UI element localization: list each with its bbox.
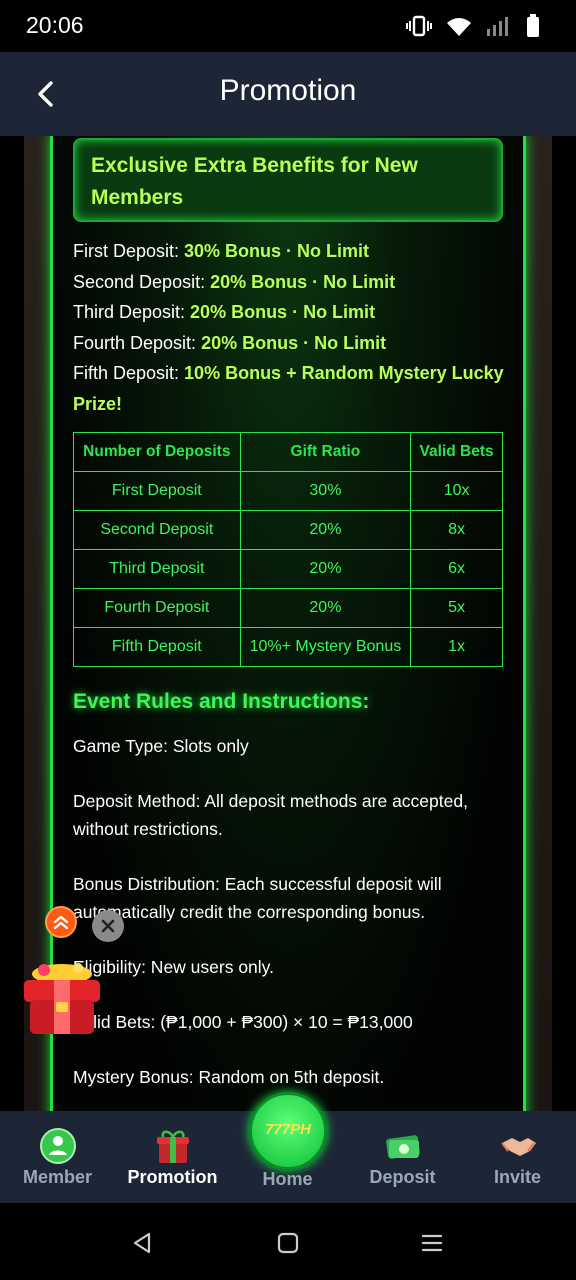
rule-item: Bonus Distribution: Each successful depo… — [73, 874, 442, 922]
gift-box-icon — [24, 963, 100, 1034]
table-cell: 5x — [410, 588, 503, 628]
gift-box-floating-button[interactable] — [16, 960, 108, 1038]
app-header: Promotion — [0, 52, 576, 136]
table-header-row: Number of Deposits Gift Ratio Valid Bets — [73, 432, 503, 472]
double-chevron-up-icon — [53, 915, 69, 930]
table-cell: 20% — [239, 549, 412, 589]
table-row: Fifth Deposit 10%+ Mystery Bonus 1x — [73, 627, 503, 667]
member-icon — [40, 1128, 76, 1164]
battery-icon — [527, 14, 539, 37]
nav-label-member: Member — [22, 1167, 93, 1187]
table-cell: 10x — [410, 471, 503, 511]
table-row: Second Deposit 20% 8x — [73, 510, 503, 550]
nav-member[interactable]: Member — [0, 1111, 115, 1203]
deposit-table: Number of Deposits Gift Ratio Valid Bets… — [73, 432, 503, 667]
home-button[interactable]: 777PH — [249, 1092, 327, 1170]
home-logo: 777PH — [265, 1121, 311, 1138]
rules-list: Game Type: Slots only Deposit Method: Al… — [73, 732, 513, 1111]
nav-deposit[interactable]: Deposit — [345, 1111, 460, 1203]
benefit-title: Exclusive Extra Benefits for New Members — [91, 154, 418, 209]
nav-label-home: Home — [262, 1169, 313, 1189]
money-icon — [386, 1135, 420, 1159]
close-icon — [101, 919, 115, 933]
rule-item: Valid Bets: (₱1,000 + ₱300) × 10 = ₱13,0… — [73, 1012, 413, 1032]
table-row: First Deposit 30% 10x — [73, 471, 503, 511]
close-floating-button[interactable] — [92, 910, 124, 942]
table-cell: Second Deposit — [73, 510, 241, 550]
table-cell: 10%+ Mystery Bonus — [239, 627, 412, 667]
deposit-bonus-list: First Deposit: 30% Bonus · No Limit Seco… — [73, 236, 513, 420]
table-cell: First Deposit — [73, 471, 241, 511]
deposit-line: Second Deposit: 20% Bonus · No Limit — [73, 271, 396, 292]
table-cell: 20% — [239, 588, 412, 628]
wifi-icon — [447, 18, 471, 36]
gift-icon — [157, 1130, 189, 1163]
system-menu-icon[interactable] — [420, 1231, 444, 1255]
table-row: Third Deposit 20% 6x — [73, 549, 503, 589]
table-cell: 6x — [410, 549, 503, 589]
nav-invite[interactable]: Invite — [460, 1111, 575, 1203]
table-cell: Fourth Deposit — [73, 588, 241, 628]
nav-label-invite: Invite — [493, 1167, 541, 1187]
deposit-line: Third Deposit: 20% Bonus · No Limit — [73, 302, 376, 323]
vibrate-icon — [406, 15, 432, 37]
benefit-title-box: Exclusive Extra Benefits for New Members — [73, 138, 503, 222]
status-time: 20:06 — [26, 12, 84, 38]
system-home-icon[interactable] — [276, 1231, 300, 1255]
nav-label-deposit: Deposit — [369, 1167, 436, 1187]
rule-item: Mystery Bonus: Random on 5th deposit. — [73, 1067, 385, 1087]
table-cell: 1x — [410, 627, 503, 667]
rule-item: Game Type: Slots only — [73, 736, 249, 756]
nav-label-promotion: Promotion — [127, 1167, 218, 1187]
table-header: Gift Ratio — [239, 432, 412, 472]
table-cell: 20% — [239, 510, 412, 550]
handshake-icon — [501, 1138, 536, 1156]
status-bar: 20:06 — [0, 0, 576, 52]
nav-promotion[interactable]: Promotion — [115, 1111, 230, 1203]
rules-title: Event Rules and Instructions: — [73, 690, 370, 713]
side-decoration-right — [526, 136, 552, 1111]
table-cell: 30% — [239, 471, 412, 511]
table-header: Valid Bets — [410, 432, 503, 472]
promotion-panel: Exclusive Extra Benefits for New Members… — [50, 136, 526, 1111]
rule-item: Eligibility: New users only. — [73, 957, 274, 977]
deposit-line: Fourth Deposit: 20% Bonus · No Limit — [73, 332, 387, 353]
status-icons — [406, 14, 540, 38]
table-header: Number of Deposits — [73, 432, 241, 472]
table-cell: Fifth Deposit — [73, 627, 241, 667]
table-cell: Third Deposit — [73, 549, 241, 589]
system-back-icon[interactable] — [130, 1231, 154, 1255]
system-nav-bar — [0, 1203, 576, 1280]
table-row: Fourth Deposit 20% 5x — [73, 588, 503, 628]
rule-item: Deposit Method: All deposit methods are … — [73, 791, 468, 839]
signal-icon — [487, 17, 508, 36]
scroll-top-button[interactable] — [45, 906, 77, 938]
table-cell: 8x — [410, 510, 503, 550]
deposit-line: Fifth Deposit: 10% Bonus + Random Myster… — [73, 363, 504, 414]
page-title: Promotion — [219, 74, 357, 107]
deposit-line: First Deposit: 30% Bonus · No Limit — [73, 241, 370, 261]
